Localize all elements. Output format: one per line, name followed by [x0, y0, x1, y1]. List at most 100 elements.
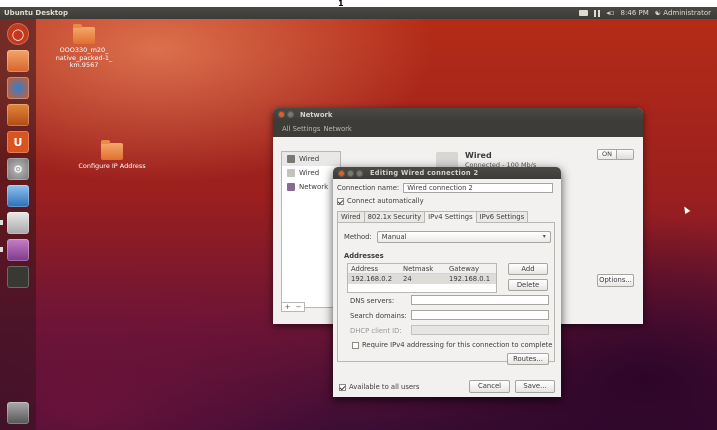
- launcher-running-pip: [0, 220, 3, 225]
- wired-icon: [287, 155, 295, 163]
- minimize-icon[interactable]: [347, 169, 354, 177]
- toggle-label: ON: [602, 150, 612, 158]
- checkbox-label: Require IPv4 addressing for this connect…: [362, 341, 553, 349]
- folder-icon: [101, 140, 123, 160]
- clock[interactable]: 8:46 PM: [621, 9, 649, 17]
- tab-ipv4-settings[interactable]: IPv4 Settings: [424, 211, 477, 223]
- list-item-label: Wired: [299, 155, 320, 163]
- dhcp-client-id-field: [411, 325, 549, 335]
- system-settings-icon[interactable]: ⚙: [7, 158, 29, 180]
- dns-field[interactable]: [411, 295, 549, 305]
- search-domains-field[interactable]: [411, 310, 549, 320]
- desktop-icon-label: Configure IP Address: [78, 162, 146, 170]
- add-remove-buttons: + −: [281, 302, 305, 312]
- terminal-icon[interactable]: [7, 266, 29, 288]
- dns-label: DNS servers:: [350, 297, 395, 305]
- software-center-icon[interactable]: [7, 104, 29, 126]
- window-title: Network: [300, 110, 333, 119]
- proxy-icon: [287, 183, 295, 191]
- dhcp-client-id-label: DHCP client ID:: [350, 327, 402, 335]
- save-button[interactable]: Save...: [515, 380, 555, 393]
- files-icon[interactable]: [7, 50, 29, 72]
- cancel-button[interactable]: Cancel: [469, 380, 510, 393]
- detail-title: Wired: [465, 151, 492, 160]
- breadcrumb-network[interactable]: Network: [323, 125, 351, 133]
- list-item-label: Network: [299, 183, 329, 191]
- tab-wired[interactable]: Wired: [337, 211, 365, 222]
- routes-button[interactable]: Routes...: [507, 353, 549, 365]
- checkbox-icon: [337, 197, 344, 205]
- tab-ipv6-settings[interactable]: IPv6 Settings: [475, 211, 529, 222]
- cell-gateway[interactable]: 192.168.0.1: [446, 274, 496, 284]
- cell-netmask[interactable]: 24: [400, 274, 446, 284]
- top-panel: Ubuntu Desktop ◂▫ 8:46 PM ☯ Administrato…: [0, 7, 717, 19]
- method-value: Manual: [381, 233, 407, 241]
- minimize-icon[interactable]: [287, 111, 294, 118]
- list-item[interactable]: Wired: [282, 166, 340, 180]
- connection-list: Wired Wired Network: [281, 151, 341, 308]
- checkbox-icon: [339, 383, 346, 391]
- ubuntu-one-icon[interactable]: U: [7, 131, 29, 153]
- checkbox-label: Available to all users: [349, 383, 420, 391]
- search-domains-label: Search domains:: [350, 312, 407, 320]
- user-name: Administrator: [663, 9, 711, 17]
- col-gateway: Gateway: [449, 265, 480, 273]
- user-indicator[interactable]: ☯ Administrator: [655, 9, 711, 17]
- available-to-all-users-checkbox[interactable]: Available to all users: [339, 383, 419, 391]
- col-address: Address: [351, 265, 379, 273]
- desktop-icon[interactable]: Configure IP Address: [72, 140, 152, 171]
- tab-8021x-security[interactable]: 802.1x Security: [363, 211, 426, 222]
- close-icon[interactable]: [338, 169, 345, 177]
- col-netmask: Netmask: [403, 265, 434, 273]
- network-toolbar: All Settings Network: [273, 121, 643, 137]
- chevron-down-icon: ▾: [542, 233, 546, 240]
- require-ipv4-checkbox[interactable]: Require IPv4 addressing for this connect…: [352, 341, 553, 349]
- delete-address-button[interactable]: Delete: [508, 279, 548, 291]
- addresses-heading: Addresses: [344, 252, 384, 260]
- wired-toggle[interactable]: ON: [597, 149, 634, 160]
- connection-name-label: Connection name:: [337, 184, 400, 192]
- checkbox-icon: [352, 341, 359, 349]
- network-manager-icon[interactable]: [7, 239, 29, 261]
- edit-connection-dialog: Editing Wired connection 2 Connection na…: [333, 167, 561, 397]
- firefox-icon[interactable]: [7, 77, 29, 99]
- launcher: ◯ U ⚙: [0, 19, 36, 430]
- trash-icon[interactable]: [7, 402, 29, 424]
- mail-indicator-icon[interactable]: [579, 10, 589, 16]
- add-address-button[interactable]: Add: [508, 263, 548, 275]
- dialog-titlebar[interactable]: Editing Wired connection 2: [333, 167, 561, 179]
- libreoffice-icon[interactable]: [7, 212, 29, 234]
- connect-automatically-checkbox[interactable]: Connect automatically: [337, 197, 424, 205]
- thunderbird-icon[interactable]: [7, 185, 29, 207]
- cell-address[interactable]: 192.168.0.2: [348, 274, 400, 284]
- all-settings-button[interactable]: All Settings: [282, 125, 320, 133]
- table-header: Address Netmask Gateway: [348, 264, 496, 274]
- wired-icon: [436, 152, 458, 168]
- method-dropdown[interactable]: Manual ▾: [376, 231, 551, 243]
- checkbox-label: Connect automatically: [347, 197, 424, 205]
- toggle-knob: [616, 150, 633, 159]
- addresses-table: Address Netmask Gateway 192.168.0.2 24 1…: [347, 263, 497, 293]
- network-indicator-icon[interactable]: [594, 9, 601, 17]
- panel-title: Ubuntu Desktop: [4, 9, 68, 17]
- close-icon[interactable]: [278, 111, 285, 118]
- list-item[interactable]: Network: [282, 180, 340, 194]
- desktop-icon[interactable]: OOO330_m20_ native_packed-1_ km.9567: [44, 24, 124, 70]
- list-item[interactable]: Wired: [282, 152, 340, 166]
- launcher-running-pip: [0, 247, 3, 252]
- maximize-icon[interactable]: [356, 169, 363, 177]
- network-titlebar[interactable]: Network: [273, 108, 643, 121]
- dialog-title: Editing Wired connection 2: [370, 169, 479, 177]
- options-button[interactable]: Options...: [597, 274, 634, 287]
- folder-icon: [73, 24, 95, 44]
- remove-connection-button[interactable]: −: [296, 303, 302, 311]
- desktop-icon-label: OOO330_m20_ native_packed-1_ km.9567: [55, 46, 113, 69]
- add-connection-button[interactable]: +: [285, 303, 291, 311]
- dash-home-icon[interactable]: ◯: [7, 23, 29, 45]
- wired-icon: [287, 169, 295, 177]
- volume-indicator-icon[interactable]: ◂▫: [606, 9, 614, 17]
- list-item-label: Wired: [299, 169, 320, 177]
- connection-name-field[interactable]: Wired connection 2: [403, 183, 554, 193]
- table-row[interactable]: 192.168.0.2 24 192.168.0.1: [348, 274, 496, 284]
- method-label: Method:: [344, 233, 372, 241]
